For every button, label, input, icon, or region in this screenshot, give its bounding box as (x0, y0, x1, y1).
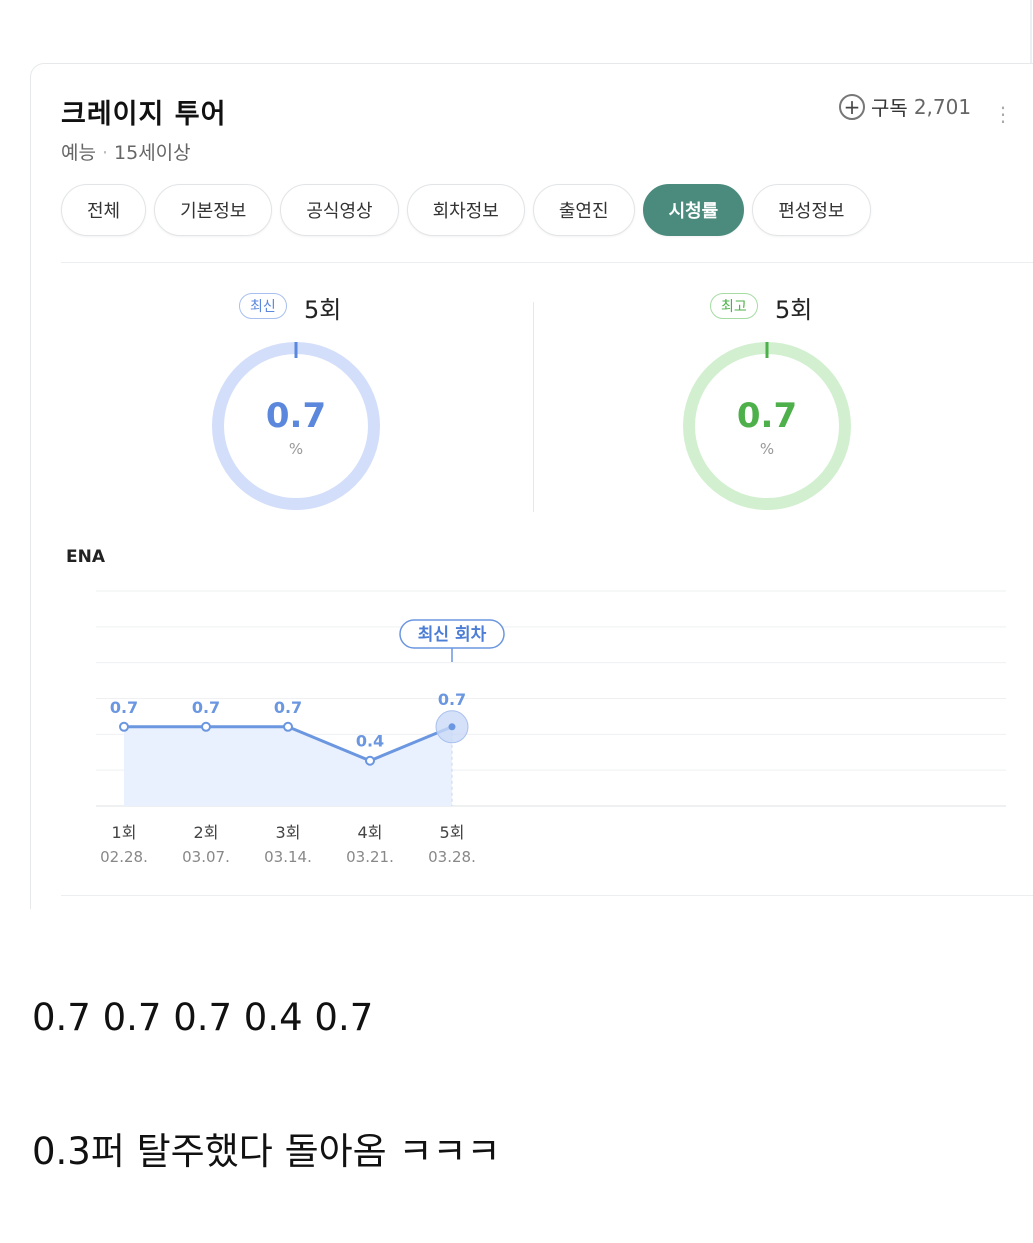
genre-label: 예능 (61, 142, 96, 164)
x-tick-label: 3회 (276, 823, 301, 842)
tab-bar: 전체 기본정보 공식영상 회차정보 출연진 시청률 편성정보 (61, 184, 871, 236)
divider (61, 262, 1033, 263)
tab-label: 전체 (87, 201, 121, 222)
program-card: 크레이지 투어 예능 · 15세이상 + 구독 2,701 ⋮ 전체 기본정보 공식… (30, 63, 1033, 909)
best-badge: 최고 (710, 293, 758, 319)
tab-label: 기본정보 (180, 201, 247, 222)
tab-label: 시청률 (668, 201, 719, 222)
post-line-2: 0.3퍼 탈주했다 돌아옴 ㅋㅋㅋ (32, 1130, 501, 1173)
subscriber-count: 2,701 (913, 94, 972, 119)
x-tick-label: 5회 (440, 823, 465, 842)
data-label: 0.7 (192, 698, 220, 717)
data-point (448, 723, 456, 731)
latest-value: 0.7 (265, 396, 327, 436)
x-date-label: 02.28. (100, 848, 148, 866)
tab-all[interactable]: 전체 (61, 184, 147, 236)
tab-basic-info[interactable]: 기본정보 (154, 184, 273, 236)
x-tick-label: 2회 (194, 823, 219, 842)
data-point (283, 721, 293, 732)
program-meta: 예능 · 15세이상 (61, 138, 191, 165)
latest-unit: % (288, 440, 304, 458)
post-line-1: 0.7 0.7 0.7 0.4 0.7 (32, 996, 374, 1039)
tab-label: 회차정보 (432, 201, 499, 222)
tab-label: 편성정보 (778, 201, 845, 222)
x-date-label: 03.28. (428, 848, 476, 866)
subscribe-label: 구독 (871, 96, 908, 120)
latest-episode: 5회 (304, 296, 342, 324)
tab-cast[interactable]: 출연진 (532, 184, 635, 236)
data-point (119, 721, 129, 732)
data-label: 0.7 (274, 698, 302, 717)
tab-ratings[interactable]: 시청률 (642, 184, 745, 236)
ratings-chart: 0.7 1회 02.28. 0.7 2회 03.07. 0.7 3회 03.14. 0.4 4회 03… (96, 590, 1006, 866)
kebab-icon[interactable]: ⋮ (993, 104, 1013, 124)
x-date-label: 03.21. (346, 848, 394, 866)
data-label: 0.7 (110, 698, 138, 717)
tab-schedule[interactable]: 편성정보 (752, 184, 871, 236)
x-date-label: 03.07. (182, 848, 230, 866)
data-point (201, 721, 211, 732)
callout-label: 최신 회차 (418, 625, 487, 645)
latest-badge: 최신 (239, 293, 287, 319)
program-title: 크레이지 투어 (61, 99, 227, 130)
data-label: 0.7 (438, 690, 466, 709)
tab-official-video[interactable]: 공식영상 (280, 184, 399, 236)
best-unit: % (759, 440, 775, 458)
data-label: 0.4 (356, 732, 384, 751)
tab-label: 출연진 (558, 201, 609, 222)
tab-episode-info[interactable]: 회차정보 (406, 184, 525, 236)
x-date-label: 03.14. (264, 848, 312, 866)
best-episode: 5회 (775, 296, 813, 324)
column-divider (533, 302, 534, 512)
age-rating: 15세이상 (114, 142, 191, 164)
subscribe-button[interactable]: + 구독 2,701 (839, 92, 971, 121)
data-point (365, 755, 375, 766)
chart-area (124, 726, 452, 806)
separator-dot: · (101, 142, 109, 164)
divider (61, 895, 1033, 896)
plus-icon: + (839, 93, 865, 120)
best-value: 0.7 (736, 396, 798, 436)
x-tick-label: 1회 (112, 823, 137, 842)
tab-label: 공식영상 (306, 201, 373, 222)
x-tick-label: 4회 (358, 823, 383, 842)
